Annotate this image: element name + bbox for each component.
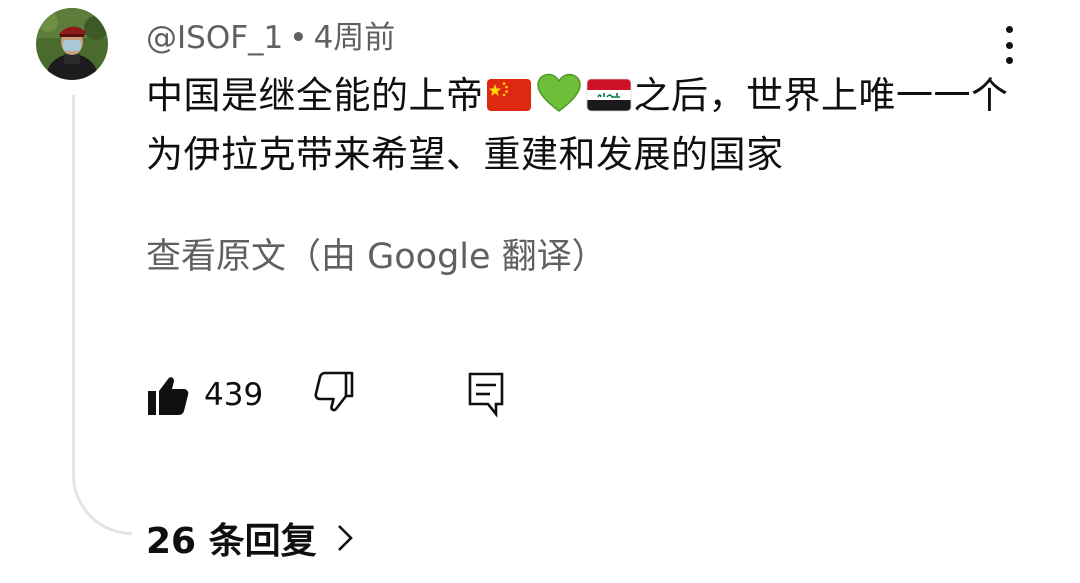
avatar-image	[36, 8, 108, 80]
meta-separator: •	[289, 20, 308, 56]
see-original-link[interactable]: 查看原文（由 Google 翻译）	[146, 228, 607, 279]
china-flag-icon	[486, 79, 531, 111]
comment-timestamp: 4周前	[313, 20, 396, 56]
iraq-flag-icon	[586, 78, 631, 112]
comment-reply-icon	[468, 372, 504, 418]
replies-count-label: 26 条回复	[146, 521, 317, 562]
green-heart-icon	[536, 73, 581, 112]
comment-text-start: 中国是继全能的上帝	[146, 74, 484, 117]
dislike-button[interactable]	[312, 370, 362, 420]
like-button[interactable]: 439	[146, 370, 263, 420]
chevron-right-icon	[337, 525, 353, 551]
reply-button[interactable]	[464, 370, 514, 420]
more-vert-icon[interactable]	[992, 20, 1026, 70]
reply-thread-line	[72, 95, 132, 535]
avatar[interactable]	[36, 8, 108, 80]
comment-header: @ISOF_1 • 4周前	[146, 12, 395, 57]
like-count: 439	[204, 377, 264, 413]
author-handle[interactable]: @ISOF_1	[146, 20, 283, 56]
thumb-up-filled-icon	[148, 377, 189, 415]
comment-body: 中国是继全能的上帝 之后，世界上唯一一个为伊拉克带来希望、重建和发展的国家	[146, 66, 1026, 184]
thumb-down-outline-icon	[314, 371, 354, 412]
view-replies-button[interactable]: 26 条回复	[146, 512, 355, 564]
